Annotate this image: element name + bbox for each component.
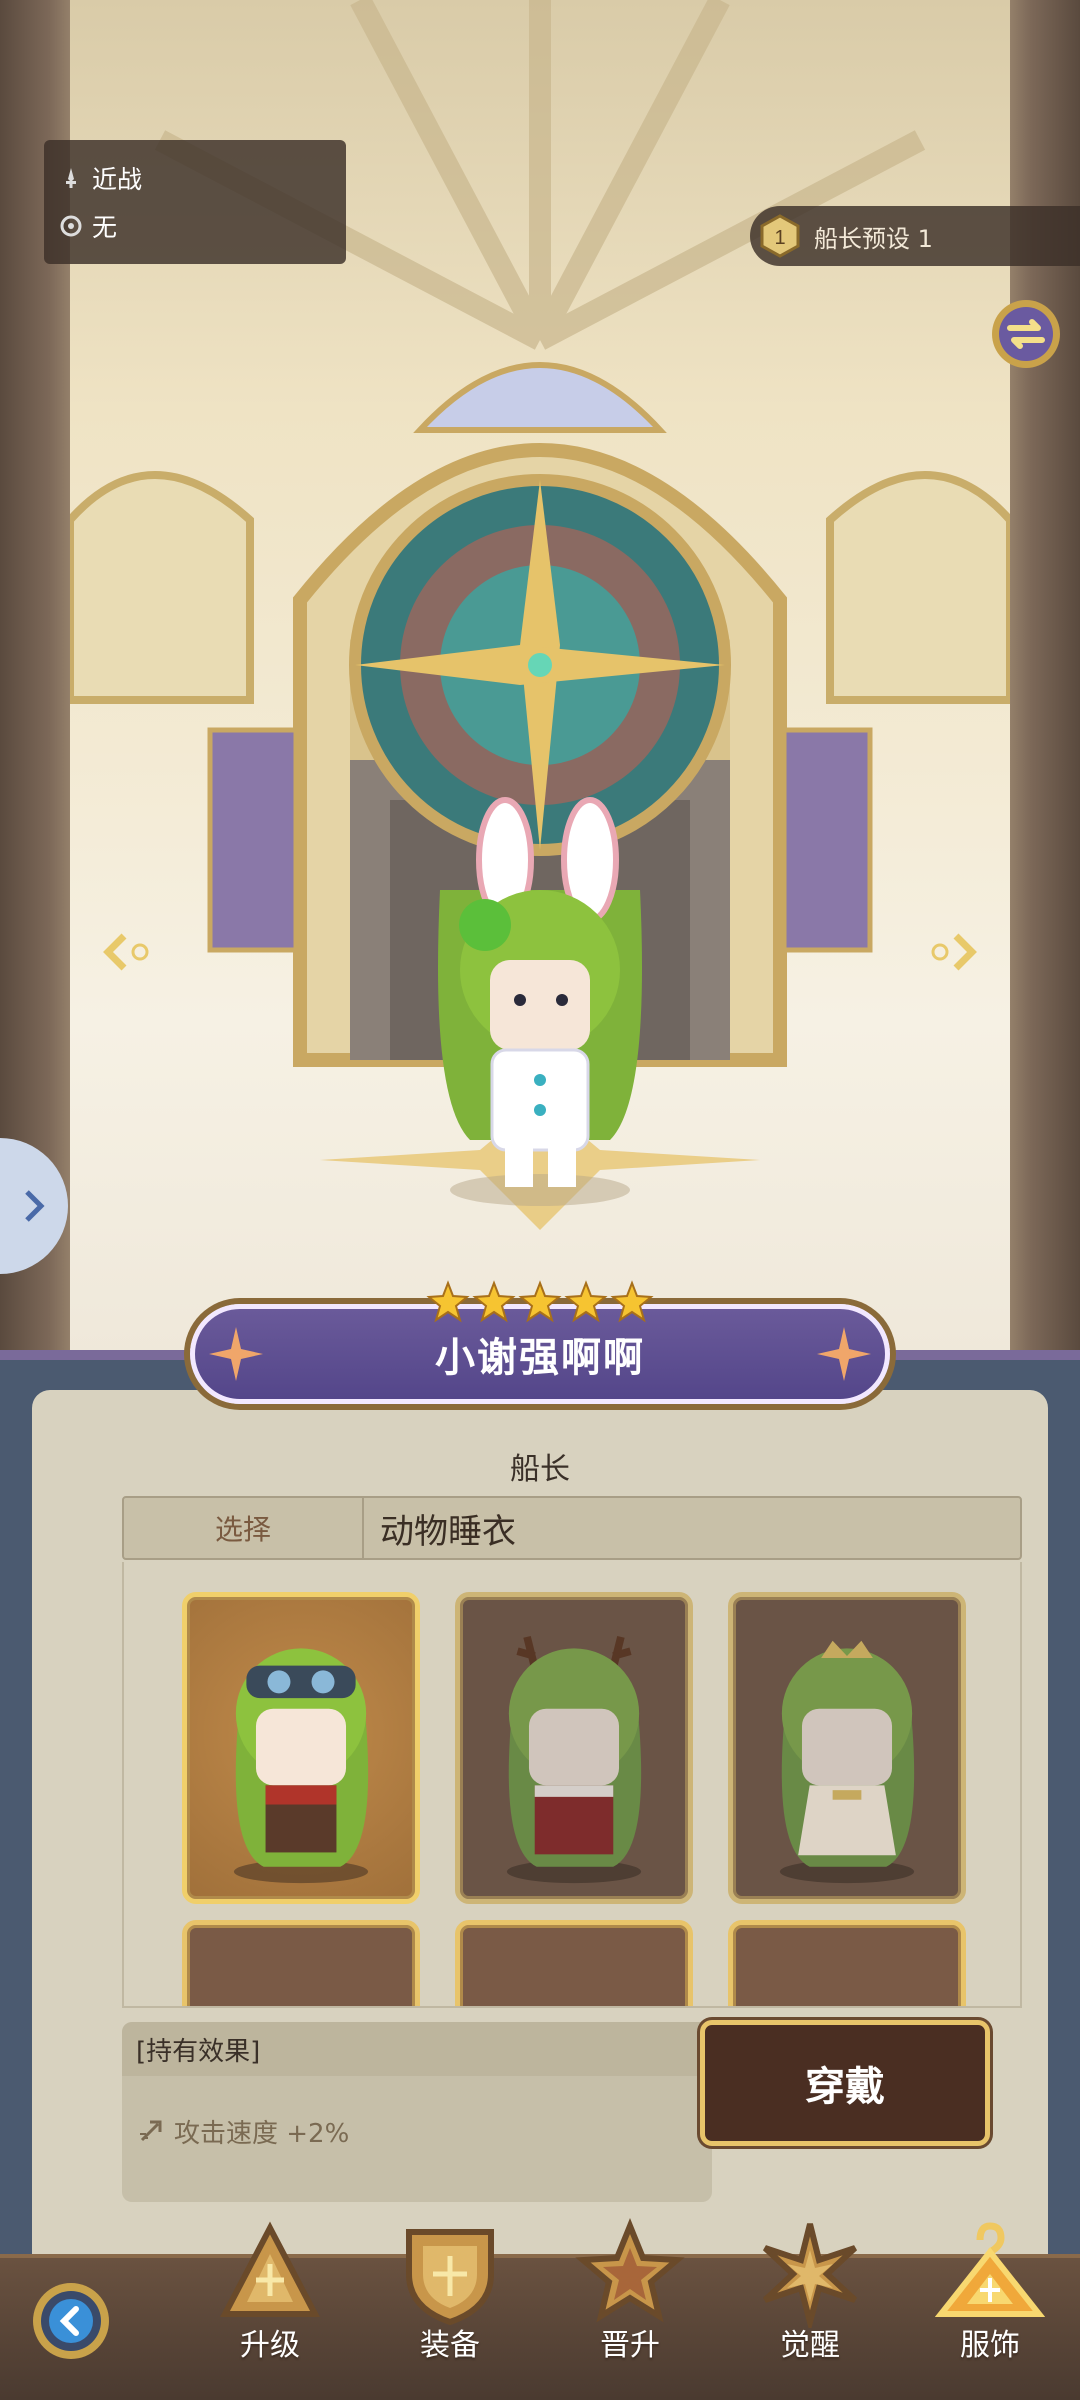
svg-text:1: 1 — [774, 227, 785, 249]
costume-slot-reindeer[interactable] — [455, 1592, 693, 1904]
costume-slot-5[interactable] — [455, 1920, 693, 2006]
character-nameplate: 小谢强啊啊 — [160, 1280, 920, 1420]
effect-row: 攻击速度 +2% — [122, 2076, 712, 2186]
character-screen: { "character": { "attack_type": "近战", "e… — [0, 0, 1080, 2400]
costume-preview-goggles — [233, 1648, 369, 1884]
attack-type-label: 近战 — [92, 165, 143, 194]
star-icon — [610, 1280, 654, 1323]
chevron-right-icon — [25, 1190, 45, 1222]
costume-slot-princess[interactable] — [728, 1592, 966, 1904]
swap-arrows-icon — [992, 300, 1060, 368]
dagger-icon — [58, 165, 84, 191]
star-rating — [426, 1280, 654, 1324]
bottom-navigation: 升级 装备 晋升 觉醒 服饰 — [0, 2218, 1080, 2400]
costume-slot-4[interactable] — [182, 1920, 420, 2006]
star-icon — [426, 1280, 470, 1323]
star-icon — [472, 1280, 516, 1323]
select-value: 动物睡衣 — [380, 1511, 516, 1552]
wear-button[interactable]: 穿戴 — [700, 2020, 990, 2146]
nav-upgrade[interactable]: 升级 — [200, 2218, 340, 2398]
preset-label: 船长预设 1 — [814, 224, 933, 253]
select-label: 选择 — [124, 1498, 364, 1558]
triangle-upgrade-icon — [220, 2221, 320, 2317]
character-showcase-scene: 近战 无 1 船长预设 1 — [0, 0, 1080, 1360]
nav-equipment-label: 装备 — [420, 2328, 480, 2363]
compass-star-icon — [209, 1327, 263, 1381]
nav-awaken-label: 觉醒 — [780, 2328, 840, 2363]
back-button[interactable] — [30, 2280, 112, 2362]
nav-costume-label: 服饰 — [960, 2328, 1020, 2363]
costume-grid — [122, 1562, 1022, 2008]
nav-equipment[interactable]: 装备 — [380, 2218, 520, 2398]
element-row: 无 — [58, 202, 346, 250]
chevron-left-icon — [103, 933, 149, 971]
right-pillar — [1010, 0, 1080, 1360]
character-info-box: 近战 无 — [44, 140, 346, 264]
element-orb-icon — [58, 213, 84, 239]
nav-upgrade-label: 升级 — [240, 2328, 300, 2363]
star-icon — [564, 1280, 608, 1323]
costume-panel: 船长 选择 动物睡衣 [持有效果] 攻击速度 +2% 穿戴 — [0, 1350, 1080, 2400]
costume-slot-6[interactable] — [728, 1920, 966, 2006]
costume-preview-reindeer — [506, 1635, 642, 1884]
compass-star-icon — [817, 1327, 871, 1381]
star-icon — [518, 1280, 562, 1323]
attack-type-row: 近战 — [58, 154, 346, 202]
hanger-costume-icon — [935, 2222, 1045, 2317]
shield-equip-icon — [406, 2229, 494, 2326]
role-title: 船长 — [510, 1452, 570, 1487]
captain-preset-selector[interactable]: 1 船长预设 1 — [750, 206, 1080, 266]
back-arrow-icon — [33, 2283, 109, 2359]
nav-promote[interactable]: 晋升 — [560, 2218, 700, 2398]
star-promote-icon — [575, 2218, 685, 2323]
nav-awaken[interactable]: 觉醒 — [740, 2218, 880, 2398]
chevron-right-icon — [931, 933, 977, 971]
effect-text: 攻击速度 +2% — [174, 2118, 350, 2149]
nav-costume[interactable]: 服饰 — [920, 2218, 1060, 2398]
costume-slot-goggles[interactable] — [182, 1592, 420, 1904]
costume-card: 船长 选择 动物睡衣 [持有效果] 攻击速度 +2% 穿戴 — [32, 1390, 1048, 2280]
effects-header: [持有效果] — [122, 2022, 712, 2076]
nav-promote-label: 晋升 — [600, 2328, 660, 2363]
next-character-arrow[interactable] — [922, 928, 982, 976]
preset-number-badge: 1 — [758, 214, 802, 258]
owned-effects-box: [持有效果] 攻击速度 +2% — [122, 2022, 712, 2202]
swap-character-button[interactable] — [988, 296, 1064, 372]
previous-character-arrow[interactable] — [98, 928, 158, 976]
spark-awaken-icon — [762, 2223, 858, 2328]
costume-preview-princess — [779, 1640, 915, 1884]
element-label: 无 — [92, 213, 118, 242]
costume-category-select[interactable]: 选择 动物睡衣 — [122, 1496, 1022, 1560]
character-name: 小谢强啊啊 — [435, 1335, 645, 1381]
attack-speed-icon — [136, 2116, 166, 2146]
